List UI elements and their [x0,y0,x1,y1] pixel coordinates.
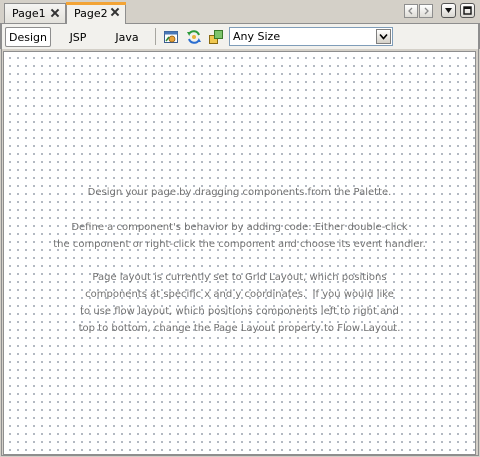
page-size-value: Any Size [233,30,281,43]
page-size-dropdown-button[interactable] [376,29,391,44]
close-icon[interactable] [111,8,119,16]
tab-page2-label: Page2 [74,7,108,20]
page-size-select[interactable]: Any Size [229,27,393,46]
design-canvas[interactable]: Design your page by dragging components … [3,51,476,455]
editor-toolbar: Design JSP Java Any Size [0,24,480,49]
hint-behavior: Define a component's behavior by adding … [53,222,426,250]
close-icon[interactable] [51,9,59,17]
document-tab-strip: Page1 Page2 [0,0,480,25]
arrow-right-icon [424,7,429,15]
tab-jsp-label: JSP [69,30,87,44]
tab-page2[interactable]: Page2 [66,2,126,24]
dropdown-arrow-icon [445,8,452,13]
tab-design-label: Design [9,30,47,44]
refresh-icon[interactable] [186,29,202,45]
tab-list-button[interactable] [441,3,456,18]
scroll-tabs-right-button[interactable] [419,4,433,18]
maximize-icon [463,6,472,15]
chevron-down-icon [379,33,388,40]
scroll-tabs-left-button[interactable] [404,4,418,18]
preview-in-browser-icon[interactable] [163,29,179,45]
maximize-button[interactable] [460,3,475,18]
tab-page1[interactable]: Page1 [4,3,66,23]
hint-layout: Page layout is currently set to Grid Lay… [78,272,401,334]
toolbar-separator [155,28,156,45]
tab-java-label: Java [115,30,139,44]
show-background-icon[interactable] [208,29,224,45]
tab-jsp[interactable]: JSP [61,27,95,47]
tab-design[interactable]: Design [5,27,51,47]
tab-java[interactable]: Java [108,27,146,47]
hint-palette: Design your page by dragging components … [87,187,392,198]
tab-page1-label: Page1 [12,7,46,20]
arrow-left-icon [408,7,413,15]
